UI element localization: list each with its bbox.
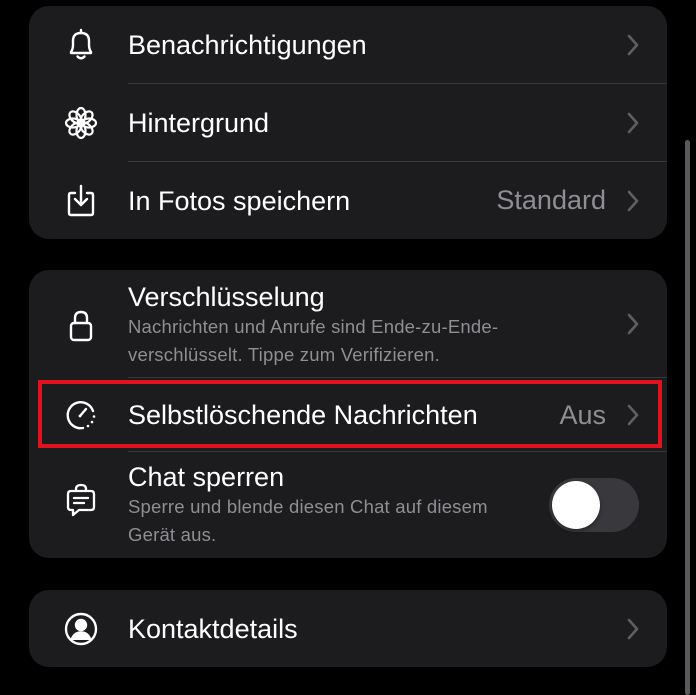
chat-lock-label: Chat sperren <box>128 462 285 492</box>
row-wallpaper[interactable]: Hintergrund <box>29 84 667 162</box>
chevron-right-icon <box>627 618 639 639</box>
save-download-icon <box>63 183 99 219</box>
row-encryption[interactable]: Verschlüsselung Nachrichten und Anrufe s… <box>29 270 667 378</box>
toggle-knob <box>552 481 600 529</box>
contact-icon <box>63 611 99 647</box>
chat-lock-icon <box>63 482 99 518</box>
chevron-right-icon <box>627 190 639 211</box>
row-disappearing-messages[interactable]: Selbstlöschende Nachrichten Aus <box>29 378 667 452</box>
encryption-label: Verschlüsselung <box>128 282 325 312</box>
settings-group-contact: Kontaktdetails <box>29 590 667 667</box>
wallpaper-label: Hintergrund <box>128 108 270 138</box>
timer-icon <box>63 397 99 433</box>
chevron-right-icon <box>627 34 639 56</box>
flower-icon <box>63 105 99 141</box>
chevron-right-icon <box>627 404 639 426</box>
save-to-photos-value: Standard <box>496 185 606 215</box>
row-notifications[interactable]: Benachrichtigungen <box>29 6 667 84</box>
chevron-right-icon <box>627 112 639 134</box>
notifications-label: Benachrichtigungen <box>128 30 367 60</box>
contact-details-label: Kontaktdetails <box>128 613 298 644</box>
chevron-right-icon <box>627 313 639 335</box>
lock-icon <box>63 308 99 344</box>
chat-lock-toggle[interactable] <box>549 478 639 532</box>
encryption-description: Nachrichten und Anrufe sind Ende-zu-Ende… <box>128 316 499 365</box>
disappearing-messages-label: Selbstlöschende Nachrichten <box>128 400 478 430</box>
row-save-to-photos[interactable]: In Fotos speichern Standard <box>29 162 667 239</box>
disappearing-messages-value: Aus <box>559 399 606 430</box>
bell-icon <box>63 27 99 63</box>
row-chat-lock[interactable]: Chat sperren Sperre und blende diesen Ch… <box>29 452 667 558</box>
scrollbar[interactable] <box>685 140 690 695</box>
row-contact-details[interactable]: Kontaktdetails <box>29 590 667 667</box>
settings-group-chat: Benachrichtigungen Hintergrund In Fotos … <box>29 6 667 239</box>
settings-group-privacy: Verschlüsselung Nachrichten und Anrufe s… <box>29 270 667 558</box>
chat-lock-description: Sperre und blende diesen Chat auf diesem… <box>128 496 488 545</box>
